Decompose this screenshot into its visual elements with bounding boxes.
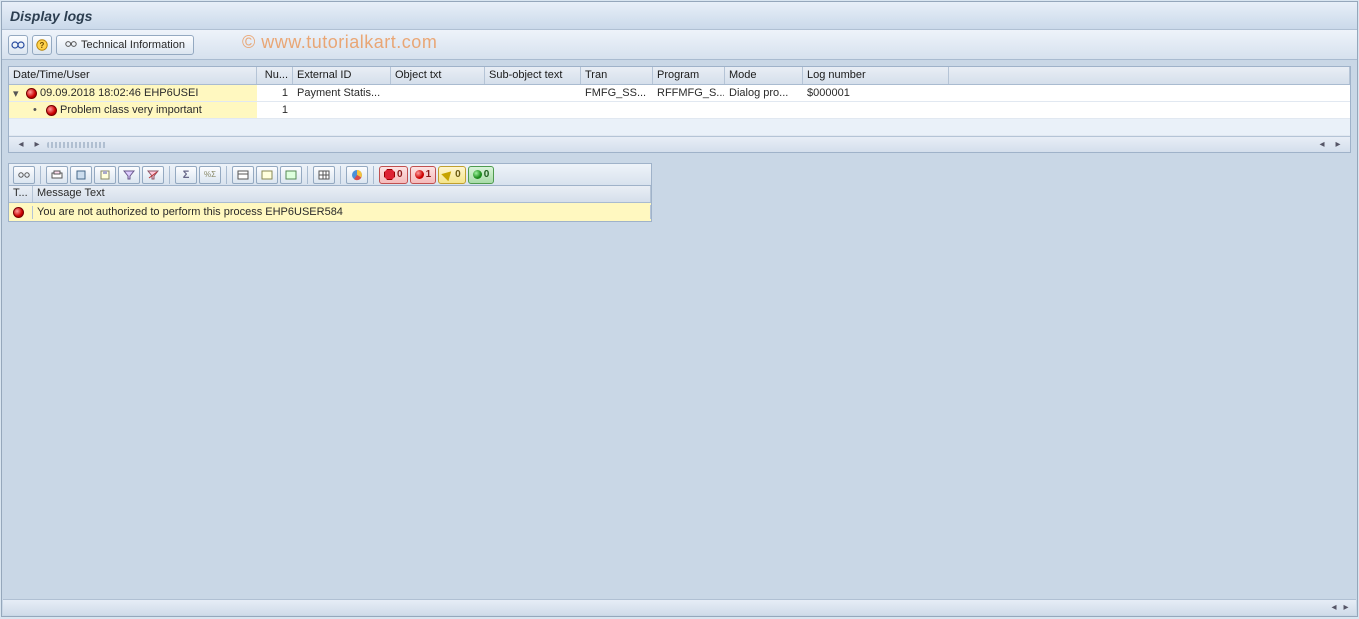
export-icon[interactable] [70,166,92,184]
row-date: 09.09.2018 18:02:46 EHP6USEI [40,87,198,99]
bottom-scrollbar[interactable]: ◂ ▸ [3,599,1356,615]
scroll-left-icon[interactable]: ◂ [1328,602,1340,614]
col-date[interactable]: Date/Time/User [9,67,257,84]
log-grid: Date/Time/User Nu... External ID Object … [8,66,1351,153]
col-object-txt[interactable]: Object txt [391,67,485,84]
svg-text:?: ? [40,41,45,50]
error-dot-icon [415,170,424,179]
scroll-right-icon[interactable]: ▸ [31,139,43,151]
print-icon[interactable] [46,166,68,184]
scroll-right-icon[interactable]: ▸ [1332,139,1344,151]
grid-icon[interactable] [313,166,335,184]
watermark-text: © www.tutorialkart.com [242,32,437,53]
col-spacer [949,67,1350,84]
col-message[interactable]: Message Text [33,186,651,202]
help-icon[interactable]: ? [32,35,52,55]
detail-icon[interactable] [13,166,35,184]
layout-save-icon[interactable] [280,166,302,184]
status-error-icon [46,105,57,116]
col-number[interactable]: Nu... [257,67,293,84]
app-frame: Display logs ? Technical Information © w… [1,1,1358,617]
row-nu: 1 [257,102,293,118]
content-area [8,222,1351,598]
row-mode: Dialog pro... [725,85,803,101]
top-toolbar: ? Technical Information © www.tutorialka… [2,30,1357,60]
filter-icon[interactable] [118,166,140,184]
message-text: You are not authorized to perform this p… [37,206,343,218]
row-nu: 1 [257,85,293,101]
message-header: T... Message Text [9,186,651,203]
row-date: Problem class very important [60,104,202,116]
warning-dot-icon [441,168,454,181]
message-row[interactable]: You are not authorized to perform this p… [9,203,651,221]
technical-information-button[interactable]: Technical Information [56,35,194,55]
col-external-id[interactable]: External ID [293,67,391,84]
col-log-number[interactable]: Log number [803,67,949,84]
scroll-left-icon[interactable]: ◂ [1316,139,1328,151]
badge-success[interactable]: 0 [468,166,495,184]
table-row[interactable]: • Problem class very important 1 [9,102,1350,119]
badge-warning[interactable]: 0 [438,166,466,184]
row-tran: FMFG_SS... [581,85,653,101]
stop-icon [384,169,395,180]
col-mode[interactable]: Mode [725,67,803,84]
technical-information-label: Technical Information [81,39,185,51]
table-row-empty [9,119,1350,136]
collapse-icon[interactable]: ▾ [13,87,23,100]
glasses-small-icon [65,39,77,51]
row-log: $000001 [803,85,949,101]
grid-header: Date/Time/User Nu... External ID Object … [9,67,1350,85]
col-type[interactable]: T... [9,186,33,202]
sum-icon[interactable]: Σ [175,166,197,184]
message-grid: T... Message Text You are not authorized… [8,185,652,222]
table-row[interactable]: ▾ 09.09.2018 18:02:46 EHP6USEI 1 Payment… [9,85,1350,102]
scroll-left-icon[interactable]: ◂ [15,139,27,151]
success-dot-icon [473,170,482,179]
scroll-grip-icon[interactable] [47,142,107,148]
status-error-icon [13,207,24,218]
row-ext: Payment Statis... [293,85,391,101]
grid-body: ▾ 09.09.2018 18:02:46 EHP6USEI 1 Payment… [9,85,1350,136]
col-sub-object[interactable]: Sub-object text [485,67,581,84]
bullet-icon: • [33,104,43,116]
layout-change-icon[interactable] [256,166,278,184]
row-obj [391,85,485,101]
badge-cancel[interactable]: 0 [379,166,408,184]
badge-error[interactable]: 1 [410,166,437,184]
col-tran[interactable]: Tran [581,67,653,84]
filter-delete-icon[interactable] [142,166,164,184]
message-toolbar: Σ %Σ 0 1 0 0 [8,163,652,185]
status-error-icon [26,88,37,99]
row-sub [485,85,581,101]
layout-icon[interactable] [232,166,254,184]
row-prog: RFFMFG_S... [653,85,725,101]
grid-hscroll[interactable]: ◂ ▸ ◂ ▸ [9,136,1350,152]
scroll-right-icon[interactable]: ▸ [1340,602,1352,614]
subtotal-icon[interactable]: %Σ [199,166,221,184]
col-program[interactable]: Program [653,67,725,84]
page-title: Display logs [10,8,92,24]
titlebar: Display logs [2,2,1357,30]
save-icon[interactable] [94,166,116,184]
glasses-icon[interactable] [8,35,28,55]
chart-icon[interactable] [346,166,368,184]
